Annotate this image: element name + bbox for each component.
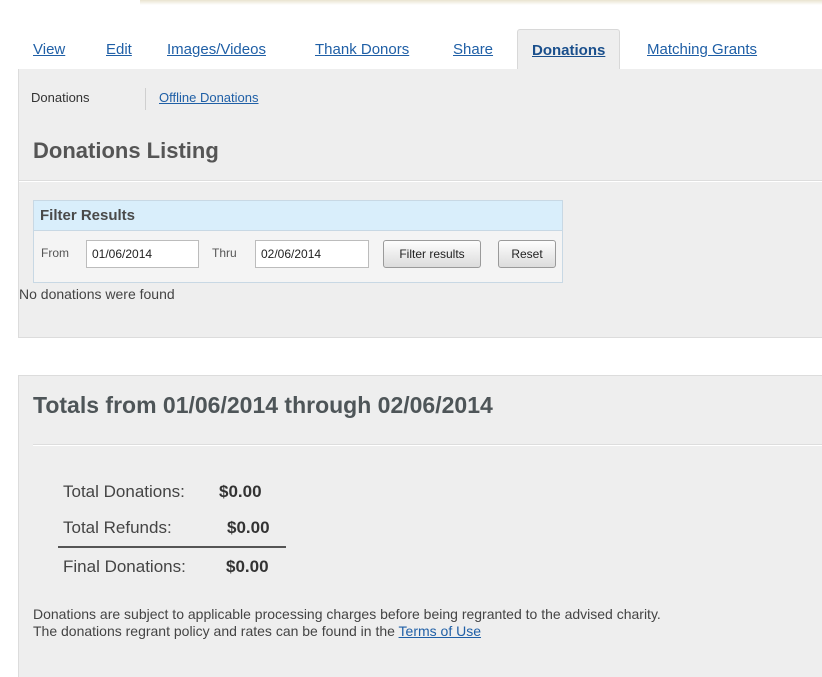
thru-label: Thru xyxy=(212,246,237,260)
filter-row: From 01/06/2014 Thru 02/06/2014 Filter r… xyxy=(34,231,562,283)
filter-results-button[interactable]: Filter results xyxy=(383,240,481,268)
total-donations-row: Total Donations: $0.00 xyxy=(63,482,262,502)
filter-box: Filter Results From 01/06/2014 Thru 02/0… xyxy=(33,200,563,283)
subnav-current: Donations xyxy=(31,90,90,105)
final-donations-value: $0.00 xyxy=(226,557,269,576)
totals-panel: Totals from 01/06/2014 through 02/06/201… xyxy=(18,375,822,677)
donations-panel: Donations Offline Donations Donations Li… xyxy=(18,69,822,338)
final-donations-label: Final Donations: xyxy=(63,557,186,576)
note-line-1: Donations are subject to applicable proc… xyxy=(33,606,661,622)
tab-bar: View Edit Images/Videos Thank Donors Sha… xyxy=(18,29,822,69)
tab-thank-donors[interactable]: Thank Donors xyxy=(315,41,409,58)
tab-images-videos[interactable]: Images/Videos xyxy=(167,41,266,58)
total-donations-value: $0.00 xyxy=(219,482,262,501)
filter-header: Filter Results xyxy=(34,201,562,231)
note-line-2-text: The donations regrant policy and rates c… xyxy=(33,623,399,639)
top-border xyxy=(140,0,822,5)
page-title: Donations Listing xyxy=(33,138,219,163)
sub-navigation: Donations Offline Donations xyxy=(31,88,259,110)
empty-message: No donations were found xyxy=(19,286,175,302)
from-label: From xyxy=(41,246,69,260)
total-refunds-row: Total Refunds: $0.00 xyxy=(63,518,270,538)
total-refunds-label: Total Refunds: xyxy=(63,518,172,537)
terms-of-use-link[interactable]: Terms of Use xyxy=(399,623,481,639)
subnav-separator xyxy=(145,88,146,110)
totals-rule xyxy=(58,546,286,548)
title-divider xyxy=(19,180,822,182)
regrant-note: Donations are subject to applicable proc… xyxy=(33,606,661,640)
tab-edit[interactable]: Edit xyxy=(106,41,132,58)
tab-matching-grants[interactable]: Matching Grants xyxy=(647,41,757,58)
totals-title: Totals from 01/06/2014 through 02/06/201… xyxy=(33,392,493,418)
thru-date-input[interactable]: 02/06/2014 xyxy=(255,240,369,268)
total-refunds-value: $0.00 xyxy=(227,518,270,537)
tab-donations[interactable]: Donations xyxy=(517,29,621,69)
final-donations-row: Final Donations: $0.00 xyxy=(63,557,269,577)
offline-donations-link[interactable]: Offline Donations xyxy=(159,90,259,105)
note-line-2: The donations regrant policy and rates c… xyxy=(33,623,661,640)
totals-divider xyxy=(33,444,822,446)
tab-view[interactable]: View xyxy=(33,41,65,58)
reset-button[interactable]: Reset xyxy=(498,240,556,268)
from-date-input[interactable]: 01/06/2014 xyxy=(86,240,199,268)
tab-share[interactable]: Share xyxy=(453,41,493,58)
total-donations-label: Total Donations: xyxy=(63,482,185,501)
